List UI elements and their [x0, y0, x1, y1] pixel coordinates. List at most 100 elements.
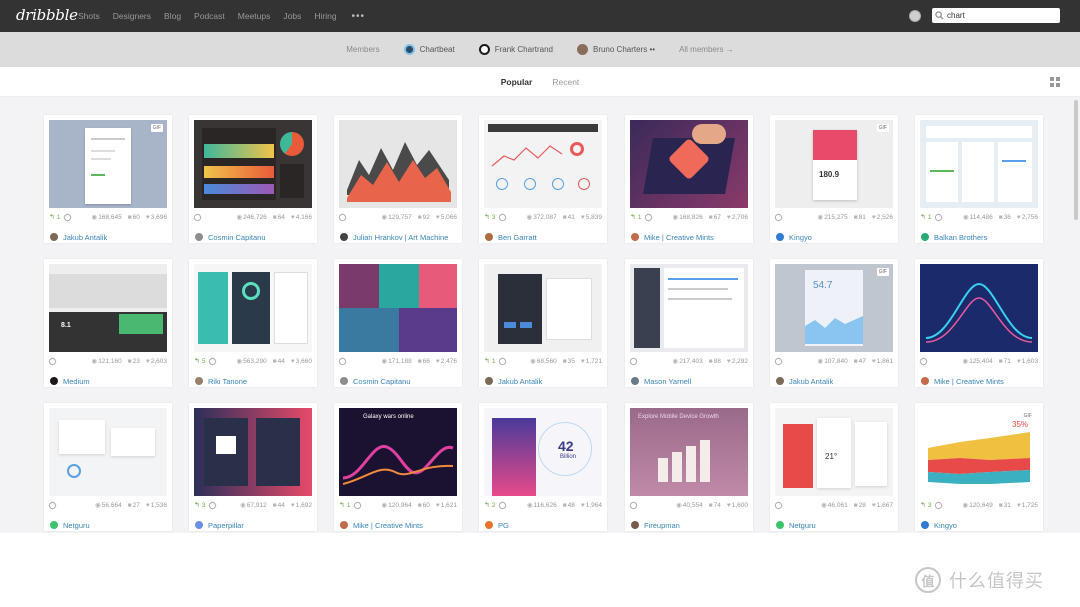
author-name[interactable]: Riki Tanone	[208, 377, 247, 386]
author-name[interactable]: Mike | Creative Mints	[644, 233, 714, 242]
shot-card[interactable]: 8.1 ◉ 121,160 ■ 23 ♥ 2,603	[44, 259, 172, 387]
rebound-icon[interactable]: ↰	[49, 213, 55, 221]
shot-thumbnail[interactable]	[630, 120, 748, 208]
heart-icon[interactable]: ♥	[436, 358, 440, 365]
shot-author[interactable]: Cosmin Capitanu	[195, 231, 266, 243]
shot-author[interactable]: Kingyo	[921, 519, 957, 531]
shot-thumbnail[interactable]	[339, 264, 457, 352]
author-name[interactable]: Mike | Creative Mints	[353, 521, 423, 530]
heart-icon[interactable]: ♥	[1017, 214, 1021, 221]
rebound-icon[interactable]: ↰	[339, 501, 345, 509]
shot-card[interactable]: ↰ 1 ◉ 114,486 ■ 36 ♥ 2,756	[915, 115, 1043, 243]
comment-icon[interactable]: ■	[273, 502, 277, 509]
shot-card[interactable]: ↰ 1 ◉ 68,560 ■ 35 ♥ 1,721	[479, 259, 607, 387]
shot-author[interactable]: Balkan Brothers	[921, 231, 987, 243]
author-name[interactable]: Paperpillar	[208, 521, 244, 530]
heart-icon[interactable]: ♥	[436, 502, 440, 509]
heart-icon[interactable]: ♥	[436, 214, 440, 221]
comment-icon[interactable]: ■	[999, 358, 1003, 365]
comment-icon[interactable]: ■	[563, 358, 567, 365]
rebound-icon[interactable]: ↰	[194, 357, 200, 365]
heart-icon[interactable]: ♥	[872, 502, 876, 509]
comment-icon[interactable]: ■	[418, 358, 422, 365]
author-name[interactable]: Kingyo	[934, 521, 957, 530]
shot-card[interactable]: ◉ 246,726 ■ 64 ♥ 4,166	[189, 115, 317, 243]
shot-thumbnail[interactable]: 8.1	[49, 264, 167, 352]
shot-thumbnail[interactable]	[630, 264, 748, 352]
all-members-link[interactable]: All members →	[679, 45, 734, 54]
shot-thumbnail[interactable]	[194, 408, 312, 496]
heart-icon[interactable]: ♥	[146, 502, 150, 509]
shot-author[interactable]: Netguru	[776, 519, 816, 531]
author-name[interactable]: Mike | Creative Mints	[934, 377, 1004, 386]
author-name[interactable]: Jakub Antalik	[63, 233, 107, 242]
shot-author[interactable]: Kingyo	[776, 231, 812, 243]
shot-author[interactable]: Mason Yarnell	[631, 375, 691, 387]
link-icon[interactable]	[47, 500, 58, 510]
shot-author[interactable]: Mike | Creative Mints	[340, 519, 423, 531]
rebound-icon[interactable]: ↰	[920, 501, 926, 509]
shot-thumbnail[interactable]: 54.7 GIF	[775, 264, 893, 352]
shot-thumbnail[interactable]	[194, 120, 312, 208]
shot-card[interactable]: ◉ 217,403 ■ 88 ♥ 2,292	[625, 259, 753, 387]
tab-popular[interactable]: Popular	[501, 77, 533, 87]
heart-icon[interactable]: ♥	[727, 502, 731, 509]
link-icon[interactable]	[497, 212, 507, 222]
comment-icon[interactable]: ■	[563, 502, 567, 509]
rebound-icon[interactable]: ↰	[484, 501, 490, 509]
member-bruno-charters[interactable]: Bruno Charters ••	[576, 44, 655, 55]
comment-icon[interactable]: ■	[273, 214, 277, 221]
shot-author[interactable]: Paperpillar	[195, 519, 244, 531]
shot-card[interactable]: ↰ 3 ◉ 67,912 ■ 44 ♥ 1,692	[189, 403, 317, 531]
author-name[interactable]: Jakub Antalik	[789, 377, 833, 386]
author-name[interactable]: Balkan Brothers	[934, 233, 987, 242]
link-icon[interactable]	[773, 356, 784, 366]
more-menu-icon[interactable]: •••	[352, 11, 366, 22]
shot-author[interactable]: Fireupman	[631, 519, 680, 531]
shot-author[interactable]: Medium	[50, 375, 90, 387]
shot-author[interactable]: Netguru	[50, 519, 90, 531]
author-name[interactable]: Julian Hrankov | Art Machine	[353, 233, 448, 242]
link-icon[interactable]	[497, 500, 507, 510]
link-icon[interactable]	[207, 356, 217, 366]
shot-card[interactable]: 35% GIF ↰ 3 ◉ 120,649 ■ 31 ♥ 1,725	[915, 403, 1043, 531]
rebound-icon[interactable]: ↰	[194, 501, 200, 509]
heart-icon[interactable]: ♥	[581, 214, 585, 221]
rebound-icon[interactable]: ↰	[630, 213, 636, 221]
heart-icon[interactable]: ♥	[146, 358, 150, 365]
rebound-icon[interactable]: ↰	[920, 213, 926, 221]
shot-author[interactable]: Cosmin Capitanu	[340, 375, 411, 387]
link-icon[interactable]	[773, 212, 784, 222]
scrollbar[interactable]	[1074, 100, 1078, 220]
comment-icon[interactable]: ■	[999, 502, 1003, 509]
shot-thumbnail[interactable]	[920, 264, 1038, 352]
shot-thumbnail[interactable]: 35% GIF	[920, 408, 1038, 496]
author-name[interactable]: Netguru	[63, 521, 90, 530]
shot-thumbnail[interactable]	[339, 120, 457, 208]
member-frank-chartrand[interactable]: Frank Chartrand	[478, 44, 553, 55]
shot-card[interactable]: ↰ 5 ◉ 563,290 ■ 44 ♥ 3,660	[189, 259, 317, 387]
nav-jobs[interactable]: Jobs	[283, 11, 301, 21]
heart-icon[interactable]: ♥	[727, 358, 731, 365]
link-icon[interactable]	[628, 500, 639, 510]
author-name[interactable]: Jakub Antalik	[498, 377, 542, 386]
nav-blog[interactable]: Blog	[164, 11, 181, 21]
heart-icon[interactable]: ♥	[291, 358, 295, 365]
nav-meetups[interactable]: Meetups	[238, 11, 271, 21]
shot-card[interactable]: 180.9 GIF ◉ 215,275 ■ 81 ♥ 2,526	[770, 115, 898, 243]
heart-icon[interactable]: ♥	[291, 214, 295, 221]
heart-icon[interactable]: ♥	[581, 502, 585, 509]
author-name[interactable]: Fireupman	[644, 521, 680, 530]
nav-hiring[interactable]: Hiring	[314, 11, 336, 21]
author-name[interactable]: Ben Garratt	[498, 233, 537, 242]
author-name[interactable]: Cosmin Capitanu	[353, 377, 411, 386]
nav-podcast[interactable]: Podcast	[194, 11, 225, 21]
nav-designers[interactable]: Designers	[113, 11, 151, 21]
comment-icon[interactable]: ■	[854, 502, 858, 509]
shot-thumbnail[interactable]: 21°	[775, 408, 893, 496]
comment-icon[interactable]: ■	[563, 214, 567, 221]
comment-icon[interactable]: ■	[709, 358, 713, 365]
link-icon[interactable]	[192, 212, 203, 222]
author-name[interactable]: Mason Yarnell	[644, 377, 691, 386]
shot-card[interactable]: ↰ 1 ◉ 168,826 ■ 67 ♥ 2,706	[625, 115, 753, 243]
